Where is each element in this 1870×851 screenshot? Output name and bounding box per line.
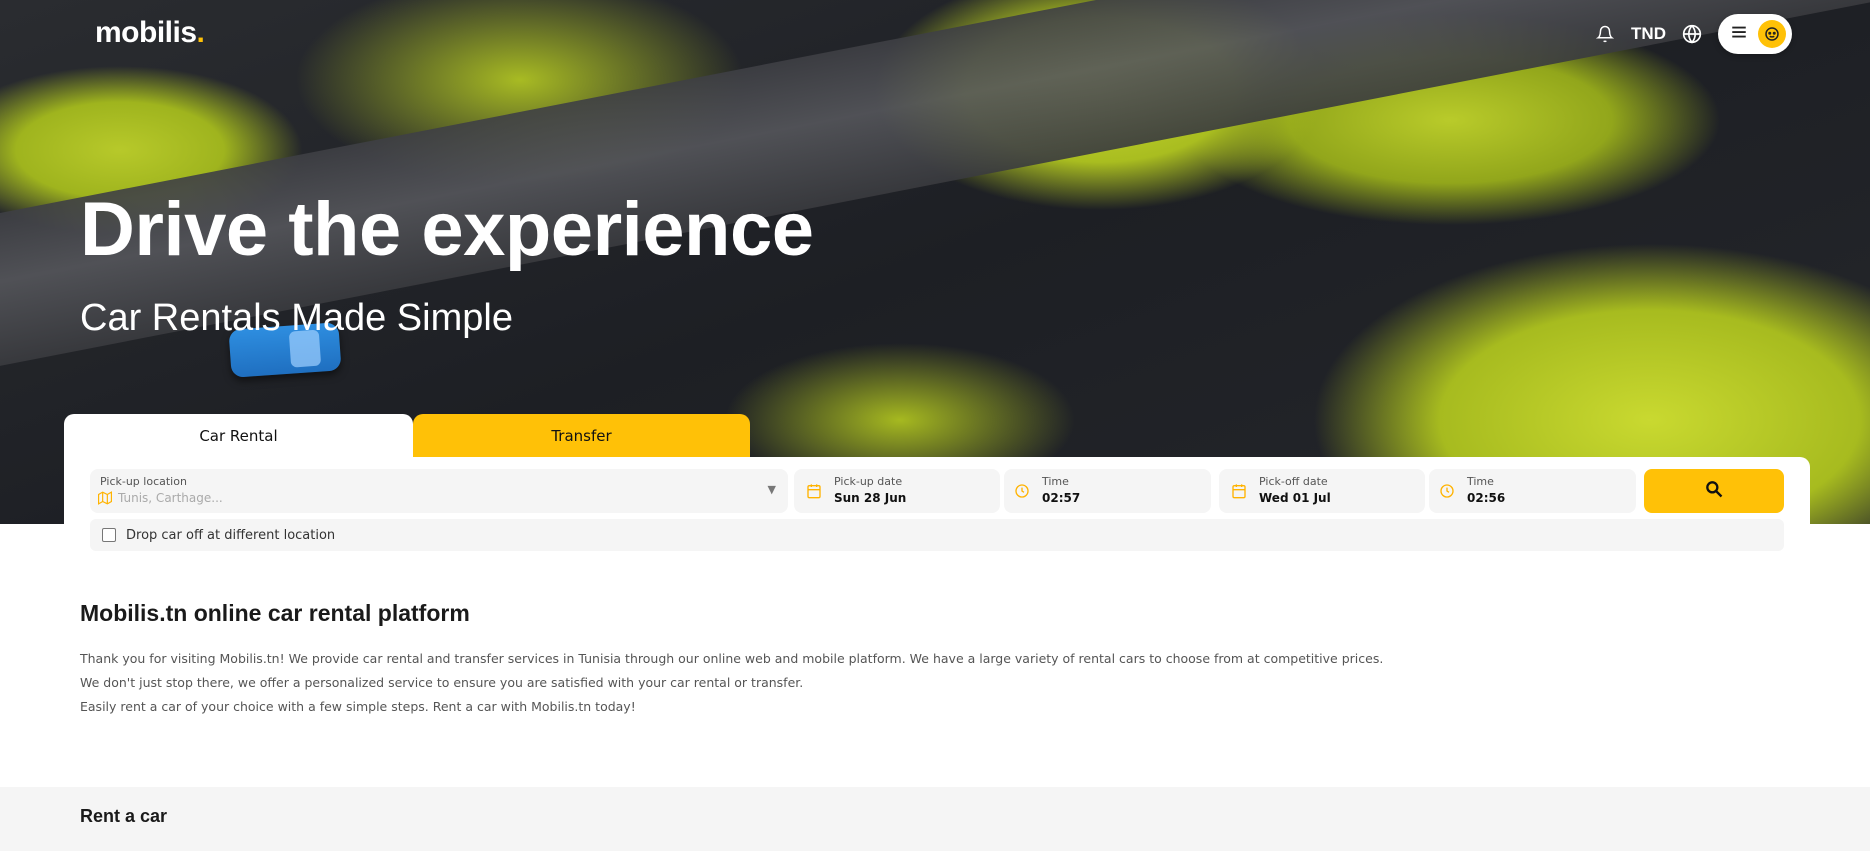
hamburger-icon: [1730, 22, 1748, 46]
bell-icon[interactable]: [1593, 22, 1617, 46]
dropoff-date-field[interactable]: Pick-off date Wed 01 Jul: [1219, 469, 1425, 513]
dropoff-different-label: Drop car off at different location: [126, 527, 336, 543]
search-panel: Pick-up location Tunis, Carthage... ▼ Pi…: [64, 457, 1810, 558]
pickup-location-input[interactable]: Tunis, Carthage...: [118, 491, 223, 505]
pickup-location-label: Pick-up location: [100, 475, 187, 488]
pickup-time-label: Time: [1042, 475, 1069, 488]
hero-title: Drive the experience: [80, 187, 814, 272]
calendar-icon: [806, 483, 822, 503]
user-menu-button[interactable]: [1718, 14, 1792, 54]
dropoff-different-location[interactable]: Drop car off at different location: [90, 519, 1784, 551]
calendar-icon: [1231, 483, 1247, 503]
user-avatar-icon: [1758, 20, 1786, 48]
intro-paragraph: We don't just stop there, we offer a per…: [80, 675, 804, 690]
pickup-date-value: Sun 28 Jun: [834, 491, 907, 505]
clock-icon: [1014, 483, 1030, 503]
pickup-time-value: 02:57: [1042, 491, 1081, 505]
map-icon: [98, 491, 112, 509]
intro-paragraph: Easily rent a car of your choice with a …: [80, 699, 636, 714]
pickup-location-field[interactable]: Pick-up location Tunis, Carthage... ▼: [90, 469, 788, 513]
pickup-date-label: Pick-up date: [834, 475, 903, 488]
chevron-down-icon[interactable]: ▼: [768, 483, 776, 496]
clock-icon: [1439, 483, 1455, 503]
currency-selector[interactable]: TND: [1631, 24, 1666, 44]
globe-icon[interactable]: [1680, 22, 1704, 46]
logo-dot: .: [196, 16, 205, 49]
dropoff-time-value: 02:56: [1467, 491, 1506, 505]
dropoff-time-label: Time: [1467, 475, 1494, 488]
pickup-time-field[interactable]: Time 02:57: [1004, 469, 1211, 513]
dropoff-different-checkbox[interactable]: [102, 528, 116, 542]
intro-paragraph: Thank you for visiting Mobilis.tn! We pr…: [80, 651, 1384, 666]
tab-car-rental[interactable]: Car Rental: [64, 414, 413, 458]
search-button[interactable]: [1644, 469, 1784, 513]
dropoff-date-value: Wed 01 Jul: [1259, 491, 1331, 505]
tab-transfer[interactable]: Transfer: [413, 414, 750, 458]
logo-text: mobilis: [95, 16, 197, 49]
rent-car-section: [0, 787, 1870, 851]
logo[interactable]: mobilis.: [95, 16, 205, 50]
pickup-date-field[interactable]: Pick-up date Sun 28 Jun: [794, 469, 1000, 513]
hero-subtitle: Car Rentals Made Simple: [80, 297, 513, 339]
dropoff-date-label: Pick-off date: [1259, 475, 1328, 488]
intro-title: Mobilis.tn online car rental platform: [80, 600, 470, 626]
rent-car-title: Rent a car: [80, 806, 168, 826]
dropoff-time-field[interactable]: Time 02:56: [1429, 469, 1636, 513]
top-navigation: TND: [1593, 14, 1792, 54]
search-icon: [1704, 479, 1724, 504]
